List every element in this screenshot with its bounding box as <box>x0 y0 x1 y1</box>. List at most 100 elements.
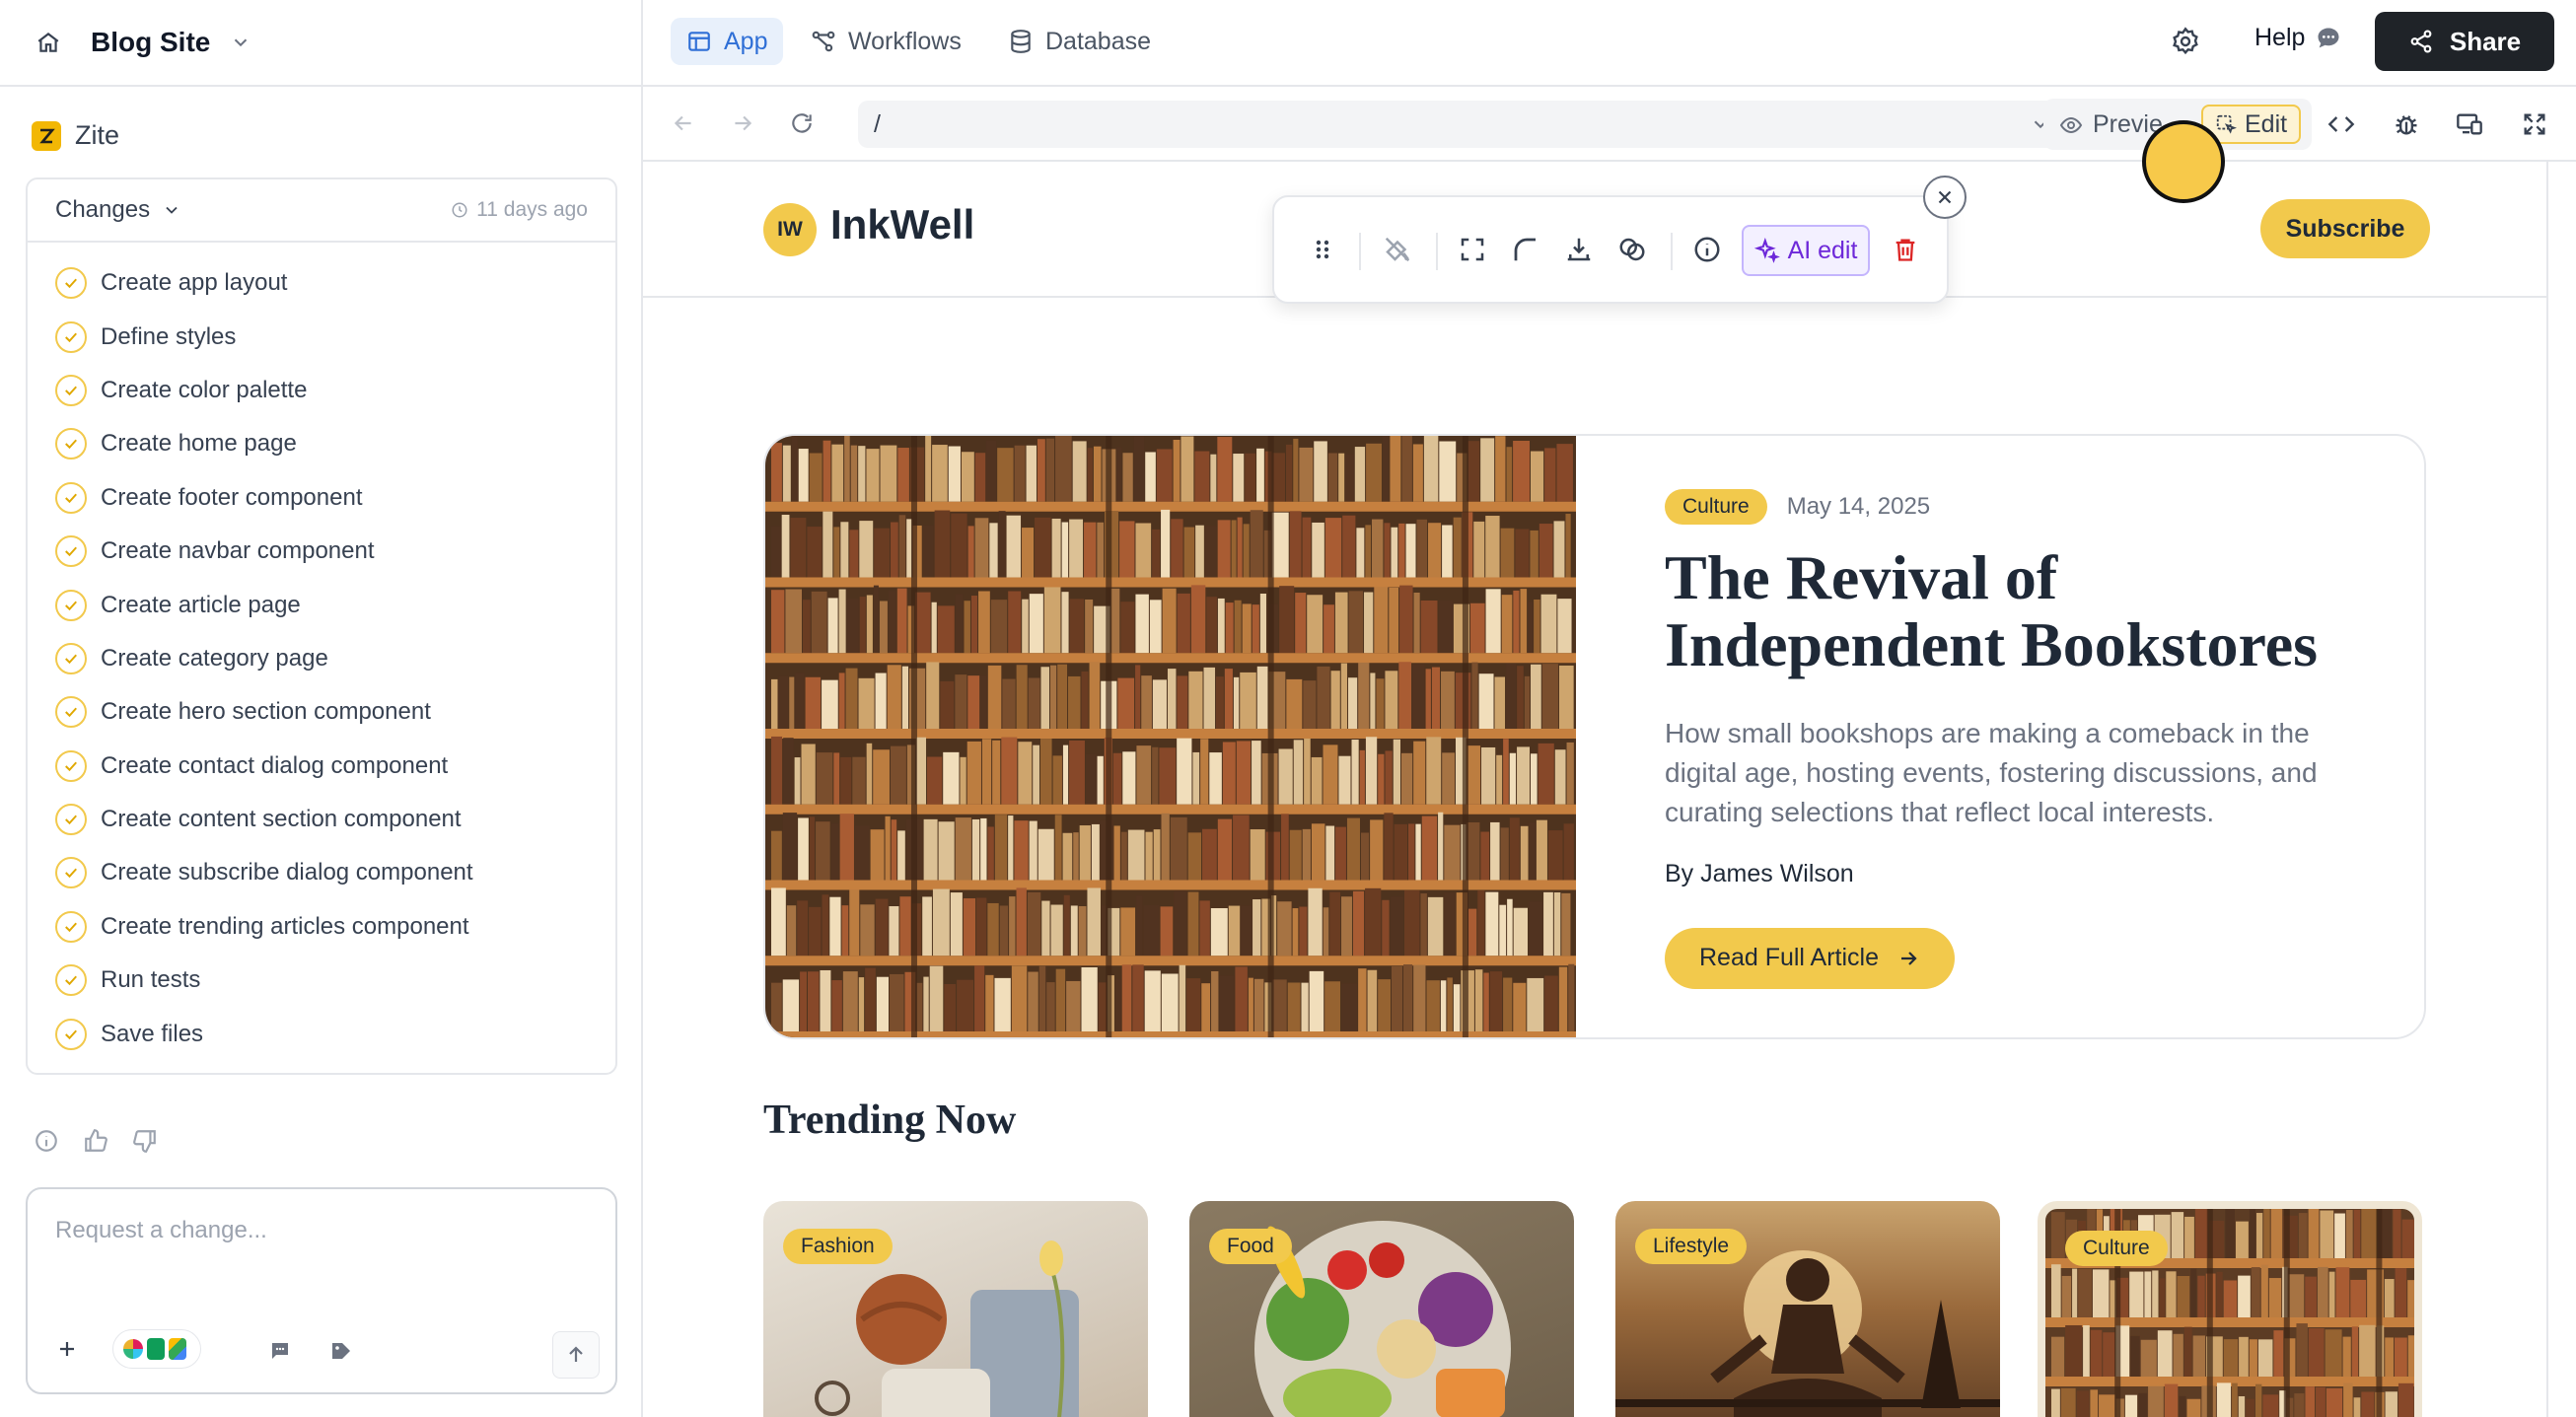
info-icon[interactable] <box>1692 235 1722 264</box>
help-button[interactable]: Help <box>2254 24 2342 52</box>
article-title[interactable]: The Revival of Independent Bookstores <box>1665 544 2375 678</box>
arrow-up-icon <box>569 1346 583 1362</box>
thumbs-up-icon[interactable] <box>83 1128 108 1154</box>
hero-article-card[interactable]: Culture May 14, 2025 The Revival of Inde… <box>763 434 2426 1039</box>
read-full-article-button[interactable]: Read Full Article <box>1665 927 1955 989</box>
category-badge[interactable]: Lifestyle <box>1635 1229 1748 1264</box>
info-icon[interactable] <box>34 1128 59 1154</box>
change-item[interactable]: Create footer component <box>55 471 615 525</box>
change-item[interactable]: Create home page <box>55 417 615 470</box>
subscribe-button[interactable]: Subscribe <box>2260 199 2430 258</box>
forward-arrow-icon[interactable] <box>730 110 755 136</box>
align-bottom-icon[interactable] <box>1564 235 1594 264</box>
category-badge[interactable]: Culture <box>1665 489 1767 525</box>
ai-edit-button[interactable]: AI edit <box>1742 225 1870 276</box>
check-circle-icon <box>55 749 87 782</box>
check-circle-icon <box>55 589 87 621</box>
change-item-label: Create home page <box>101 430 297 458</box>
article-excerpt: How small bookshops are making a comebac… <box>1665 717 2318 827</box>
check-circle-icon <box>55 267 87 300</box>
change-item[interactable]: Run tests <box>55 954 615 1007</box>
send-button[interactable] <box>552 1331 600 1379</box>
drive-icon <box>169 1338 186 1360</box>
change-item[interactable]: Create hero section component <box>55 685 615 739</box>
share-label: Share <box>2449 26 2522 56</box>
share-button[interactable]: Share <box>2375 12 2554 71</box>
tab-workflows[interactable]: Workflows <box>795 18 977 65</box>
full-width-icon[interactable] <box>1458 235 1487 264</box>
trending-card-food[interactable]: Food <box>1189 1201 1574 1417</box>
integrations-button[interactable] <box>112 1329 201 1369</box>
check-circle-icon <box>55 964 87 997</box>
browser-bar: / Previe Edit <box>643 87 2576 162</box>
change-item[interactable]: Create app layout <box>55 256 615 310</box>
change-item[interactable]: Save files <box>55 1007 615 1060</box>
chevron-down-icon <box>162 200 181 220</box>
trash-icon[interactable] <box>1892 235 1919 264</box>
brand: Zite <box>32 120 119 151</box>
change-item[interactable]: Create article page <box>55 578 615 631</box>
trending-card-fashion[interactable]: Fashion <box>763 1201 1148 1417</box>
corner-radius-icon[interactable] <box>1511 235 1540 264</box>
bug-icon[interactable] <box>2393 110 2420 138</box>
change-item-label: Create color palette <box>101 376 308 403</box>
changes-toggle[interactable]: Changes <box>55 196 181 224</box>
back-arrow-icon[interactable] <box>671 110 696 136</box>
clock-icon <box>451 201 468 219</box>
project-name[interactable]: Blog Site <box>91 27 210 58</box>
check-circle-icon <box>55 910 87 943</box>
check-circle-icon <box>55 857 87 889</box>
toolbar-divider <box>1436 233 1438 270</box>
arrow-right-icon <box>1901 951 1917 965</box>
paint-off-icon[interactable] <box>1383 235 1412 264</box>
check-circle-icon <box>55 642 87 674</box>
trending-card-culture[interactable]: Culture <box>2038 1201 2422 1417</box>
trending-card-lifestyle[interactable]: Lifestyle <box>1615 1201 2000 1417</box>
change-item[interactable]: Create contact dialog component <box>55 740 615 793</box>
tab-app[interactable]: App <box>671 18 784 65</box>
change-item[interactable]: Define styles <box>55 310 615 363</box>
edit-label: Edit <box>2245 109 2288 138</box>
thumbs-down-icon[interactable] <box>132 1128 158 1154</box>
change-item[interactable]: Create trending articles component <box>55 900 615 954</box>
home-icon[interactable] <box>36 30 61 55</box>
category-badge[interactable]: Culture <box>2065 1231 2168 1266</box>
tab-database[interactable]: Database <box>992 18 1167 65</box>
sheets-icon <box>147 1338 165 1360</box>
refresh-icon[interactable] <box>789 110 815 136</box>
gear-icon[interactable] <box>2170 26 2201 57</box>
change-item-label: Create article page <box>101 591 301 618</box>
fullscreen-icon[interactable] <box>2521 110 2548 138</box>
chevron-down-icon[interactable] <box>230 32 251 53</box>
help-label: Help <box>2254 24 2306 51</box>
change-item[interactable]: Create category page <box>55 632 615 685</box>
preview-canvas: IW InkWell Subscribe AI edit Culture May… <box>643 162 2576 1417</box>
changes-panel: Changes 11 days ago Create app layout Def… <box>26 177 617 1075</box>
drag-handle-icon[interactable] <box>1310 235 1335 264</box>
code-icon[interactable] <box>2327 110 2355 138</box>
ai-edit-label: AI edit <box>1787 236 1858 264</box>
chat-icon[interactable] <box>268 1339 292 1363</box>
site-logo-badge[interactable]: IW <box>763 203 817 256</box>
eye-icon <box>2059 116 2083 133</box>
responsive-devices-icon[interactable] <box>2456 110 2483 138</box>
select-cursor-icon <box>2216 114 2237 134</box>
site-logo-text[interactable]: InkWell <box>830 201 974 248</box>
change-item-label: Run tests <box>101 966 201 994</box>
plus-icon[interactable] <box>55 1337 79 1361</box>
change-item[interactable]: Create navbar component <box>55 525 615 578</box>
close-toolbar-button[interactable] <box>1923 176 1967 219</box>
url-bar[interactable]: / <box>858 101 2067 148</box>
read-button-label: Read Full Article <box>1698 944 1880 972</box>
change-item[interactable]: Create content section component <box>55 793 615 846</box>
link-layers-icon[interactable] <box>1617 235 1647 264</box>
preview-button[interactable]: Previe <box>2059 110 2163 139</box>
tag-icon[interactable] <box>329 1339 353 1363</box>
composer <box>26 1187 617 1394</box>
category-badge[interactable]: Fashion <box>783 1229 893 1264</box>
change-item[interactable]: Create subscribe dialog component <box>55 846 615 899</box>
top-bar: App Workflows Database Help Share <box>643 0 2576 87</box>
category-badge[interactable]: Food <box>1209 1229 1292 1264</box>
change-item[interactable]: Create color palette <box>55 364 615 417</box>
change-request-input[interactable] <box>55 1217 588 1296</box>
